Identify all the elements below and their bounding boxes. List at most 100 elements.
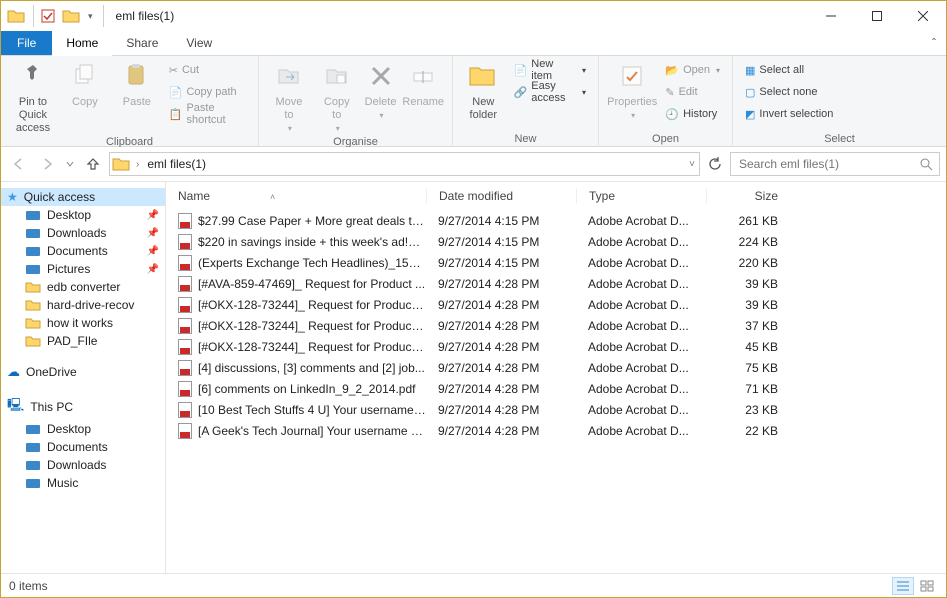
pasteshortcut-button[interactable]: 📋Paste shortcut	[165, 104, 250, 124]
select-group-label: Select	[733, 132, 946, 148]
sort-asc-icon: ˄	[270, 192, 275, 202]
sidebar-pc-music[interactable]: Music	[1, 474, 165, 492]
sidebar-pc-downloads[interactable]: Downloads	[1, 456, 165, 474]
paste-button[interactable]: Paste	[113, 60, 161, 109]
invertselection-button[interactable]: ◩Invert selection	[741, 104, 837, 124]
file-row[interactable]: [#OKX-128-73244]_ Request for Product ..…	[166, 315, 946, 336]
file-date: 9/27/2014 4:28 PM	[426, 298, 576, 312]
file-row[interactable]: [#OKX-128-73244]_ Request for Product ..…	[166, 294, 946, 315]
file-size: 71 KB	[706, 382, 796, 396]
file-name: [6] comments on LinkedIn_9_2_2014.pdf	[198, 382, 416, 396]
file-row[interactable]: (Experts Exchange Tech Headlines)_15_11.…	[166, 252, 946, 273]
pdf-icon	[178, 213, 192, 229]
selectall-button[interactable]: ▦Select all	[741, 60, 837, 80]
file-name: [A Geek's Tech Journal] Your username a.…	[198, 424, 426, 438]
cut-icon: ✂	[169, 64, 178, 77]
search-box[interactable]	[730, 152, 940, 176]
back-button[interactable]	[7, 152, 31, 176]
sidebar-item-downloads[interactable]: Downloads📌	[1, 224, 165, 242]
forward-button[interactable]	[35, 152, 59, 176]
file-row[interactable]: [6] comments on LinkedIn_9_2_2014.pdf 9/2…	[166, 378, 946, 399]
address-bar[interactable]: › eml files(1) ˅	[109, 152, 700, 176]
refresh-button[interactable]	[704, 153, 726, 175]
address-dropdown-icon[interactable]: ˅	[687, 159, 697, 170]
properties-button[interactable]: Properties▾	[607, 60, 657, 122]
file-name: [#AVA-859-47469]_ Request for Product ..…	[198, 277, 425, 291]
column-type[interactable]: Type	[576, 189, 706, 203]
view-thumbnails-button[interactable]	[916, 577, 938, 595]
copyto-button[interactable]: Copy to▾	[315, 60, 359, 135]
sidebar-thispc[interactable]: 🖳 This PC	[1, 394, 165, 420]
file-type: Adobe Acrobat D...	[576, 361, 706, 375]
file-date: 9/27/2014 4:28 PM	[426, 382, 576, 396]
sidebar-item-how-it-works[interactable]: how it works	[1, 314, 165, 332]
navigation-pane[interactable]: ★ Quick access Desktop📌Downloads📌Documen…	[1, 182, 166, 573]
qat-properties-icon[interactable]	[40, 8, 58, 24]
column-date[interactable]: Date modified	[426, 189, 576, 203]
newfolder-button[interactable]: New folder	[461, 60, 506, 122]
copy-button[interactable]: Copy	[61, 60, 109, 109]
file-name: [#OKX-128-73244]_ Request for Product ..…	[198, 319, 426, 333]
open-button[interactable]: 📂Open▾	[661, 60, 724, 80]
sidebar-quickaccess[interactable]: ★ Quick access	[1, 188, 165, 206]
file-size: 220 KB	[706, 256, 796, 270]
selectnone-button[interactable]: ▢Select none	[741, 82, 837, 102]
cut-button[interactable]: ✂Cut	[165, 60, 250, 80]
chevron-right-icon[interactable]: ›	[134, 159, 141, 170]
file-row[interactable]: [A Geek's Tech Journal] Your username a.…	[166, 420, 946, 441]
sidebar-item-desktop[interactable]: Desktop📌	[1, 206, 165, 224]
sidebar-pc-documents[interactable]: Documents	[1, 438, 165, 456]
column-name[interactable]: Name˄	[166, 189, 426, 203]
sidebar-pc-desktop[interactable]: Desktop	[1, 420, 165, 438]
file-row[interactable]: [#AVA-859-47469]_ Request for Product ..…	[166, 273, 946, 294]
file-size: 23 KB	[706, 403, 796, 417]
folder-icon	[25, 458, 41, 472]
folder-icon	[25, 440, 41, 454]
easyaccess-button[interactable]: 🔗Easy access▾	[510, 82, 590, 102]
qat-dropdown-icon[interactable]: ▾	[84, 11, 97, 22]
pin-quickaccess-button[interactable]: Pin to Quick access	[9, 60, 57, 135]
recent-dropdown[interactable]	[63, 152, 77, 176]
sidebar-item-pictures[interactable]: Pictures📌	[1, 260, 165, 278]
sidebar-item-pad-file[interactable]: PAD_FIle	[1, 332, 165, 350]
rename-button[interactable]: Rename	[402, 60, 444, 109]
file-list[interactable]: Name˄ Date modified Type Size $27.99 Cas…	[166, 182, 946, 573]
column-size[interactable]: Size	[706, 189, 796, 203]
minimize-button[interactable]	[808, 1, 854, 31]
file-type: Adobe Acrobat D...	[576, 403, 706, 417]
file-name: $220 in savings inside + this week's ad!…	[198, 235, 426, 249]
tab-file[interactable]: File	[1, 31, 52, 55]
edit-icon: ✎	[665, 86, 674, 99]
delete-button[interactable]: Delete▾	[363, 60, 399, 122]
file-row[interactable]: $220 in savings inside + this week's ad!…	[166, 231, 946, 252]
sidebar-item-documents[interactable]: Documents📌	[1, 242, 165, 260]
view-details-button[interactable]	[892, 577, 914, 595]
tab-home[interactable]: Home	[52, 31, 112, 55]
file-name: (Experts Exchange Tech Headlines)_15_11.…	[198, 256, 426, 270]
file-size: 75 KB	[706, 361, 796, 375]
history-button[interactable]: 🕘History	[661, 104, 724, 124]
maximize-button[interactable]	[854, 1, 900, 31]
sidebar-item-hard-drive-recov[interactable]: hard-drive-recov	[1, 296, 165, 314]
breadcrumb-current[interactable]: eml files(1)	[145, 157, 208, 171]
sidebar-onedrive[interactable]: ☁ OneDrive	[1, 362, 165, 382]
pdf-icon	[178, 234, 192, 250]
tab-share[interactable]: Share	[112, 31, 172, 55]
edit-button[interactable]: ✎Edit	[661, 82, 724, 102]
up-button[interactable]	[81, 152, 105, 176]
file-row[interactable]: [#OKX-128-73244]_ Request for Product ..…	[166, 336, 946, 357]
ribbon-collapse-icon[interactable]: ˆ	[922, 36, 946, 50]
file-size: 39 KB	[706, 277, 796, 291]
sidebar-item-edb-converter[interactable]: edb converter	[1, 278, 165, 296]
file-row[interactable]: [4] discussions, [3] comments and [2] jo…	[166, 357, 946, 378]
close-button[interactable]	[900, 1, 946, 31]
newitem-button[interactable]: 📄New item▾	[510, 60, 590, 80]
moveto-button[interactable]: Move to▾	[267, 60, 311, 135]
tab-view[interactable]: View	[172, 31, 226, 55]
qat-newfolder-icon[interactable]	[60, 5, 82, 27]
search-input[interactable]	[737, 156, 919, 172]
open-group-label: Open	[599, 132, 732, 148]
copypath-button[interactable]: 📄Copy path	[165, 82, 250, 102]
file-row[interactable]: $27.99 Case Paper + More great deals to …	[166, 210, 946, 231]
file-row[interactable]: [10 Best Tech Stuffs 4 U] Your username …	[166, 399, 946, 420]
